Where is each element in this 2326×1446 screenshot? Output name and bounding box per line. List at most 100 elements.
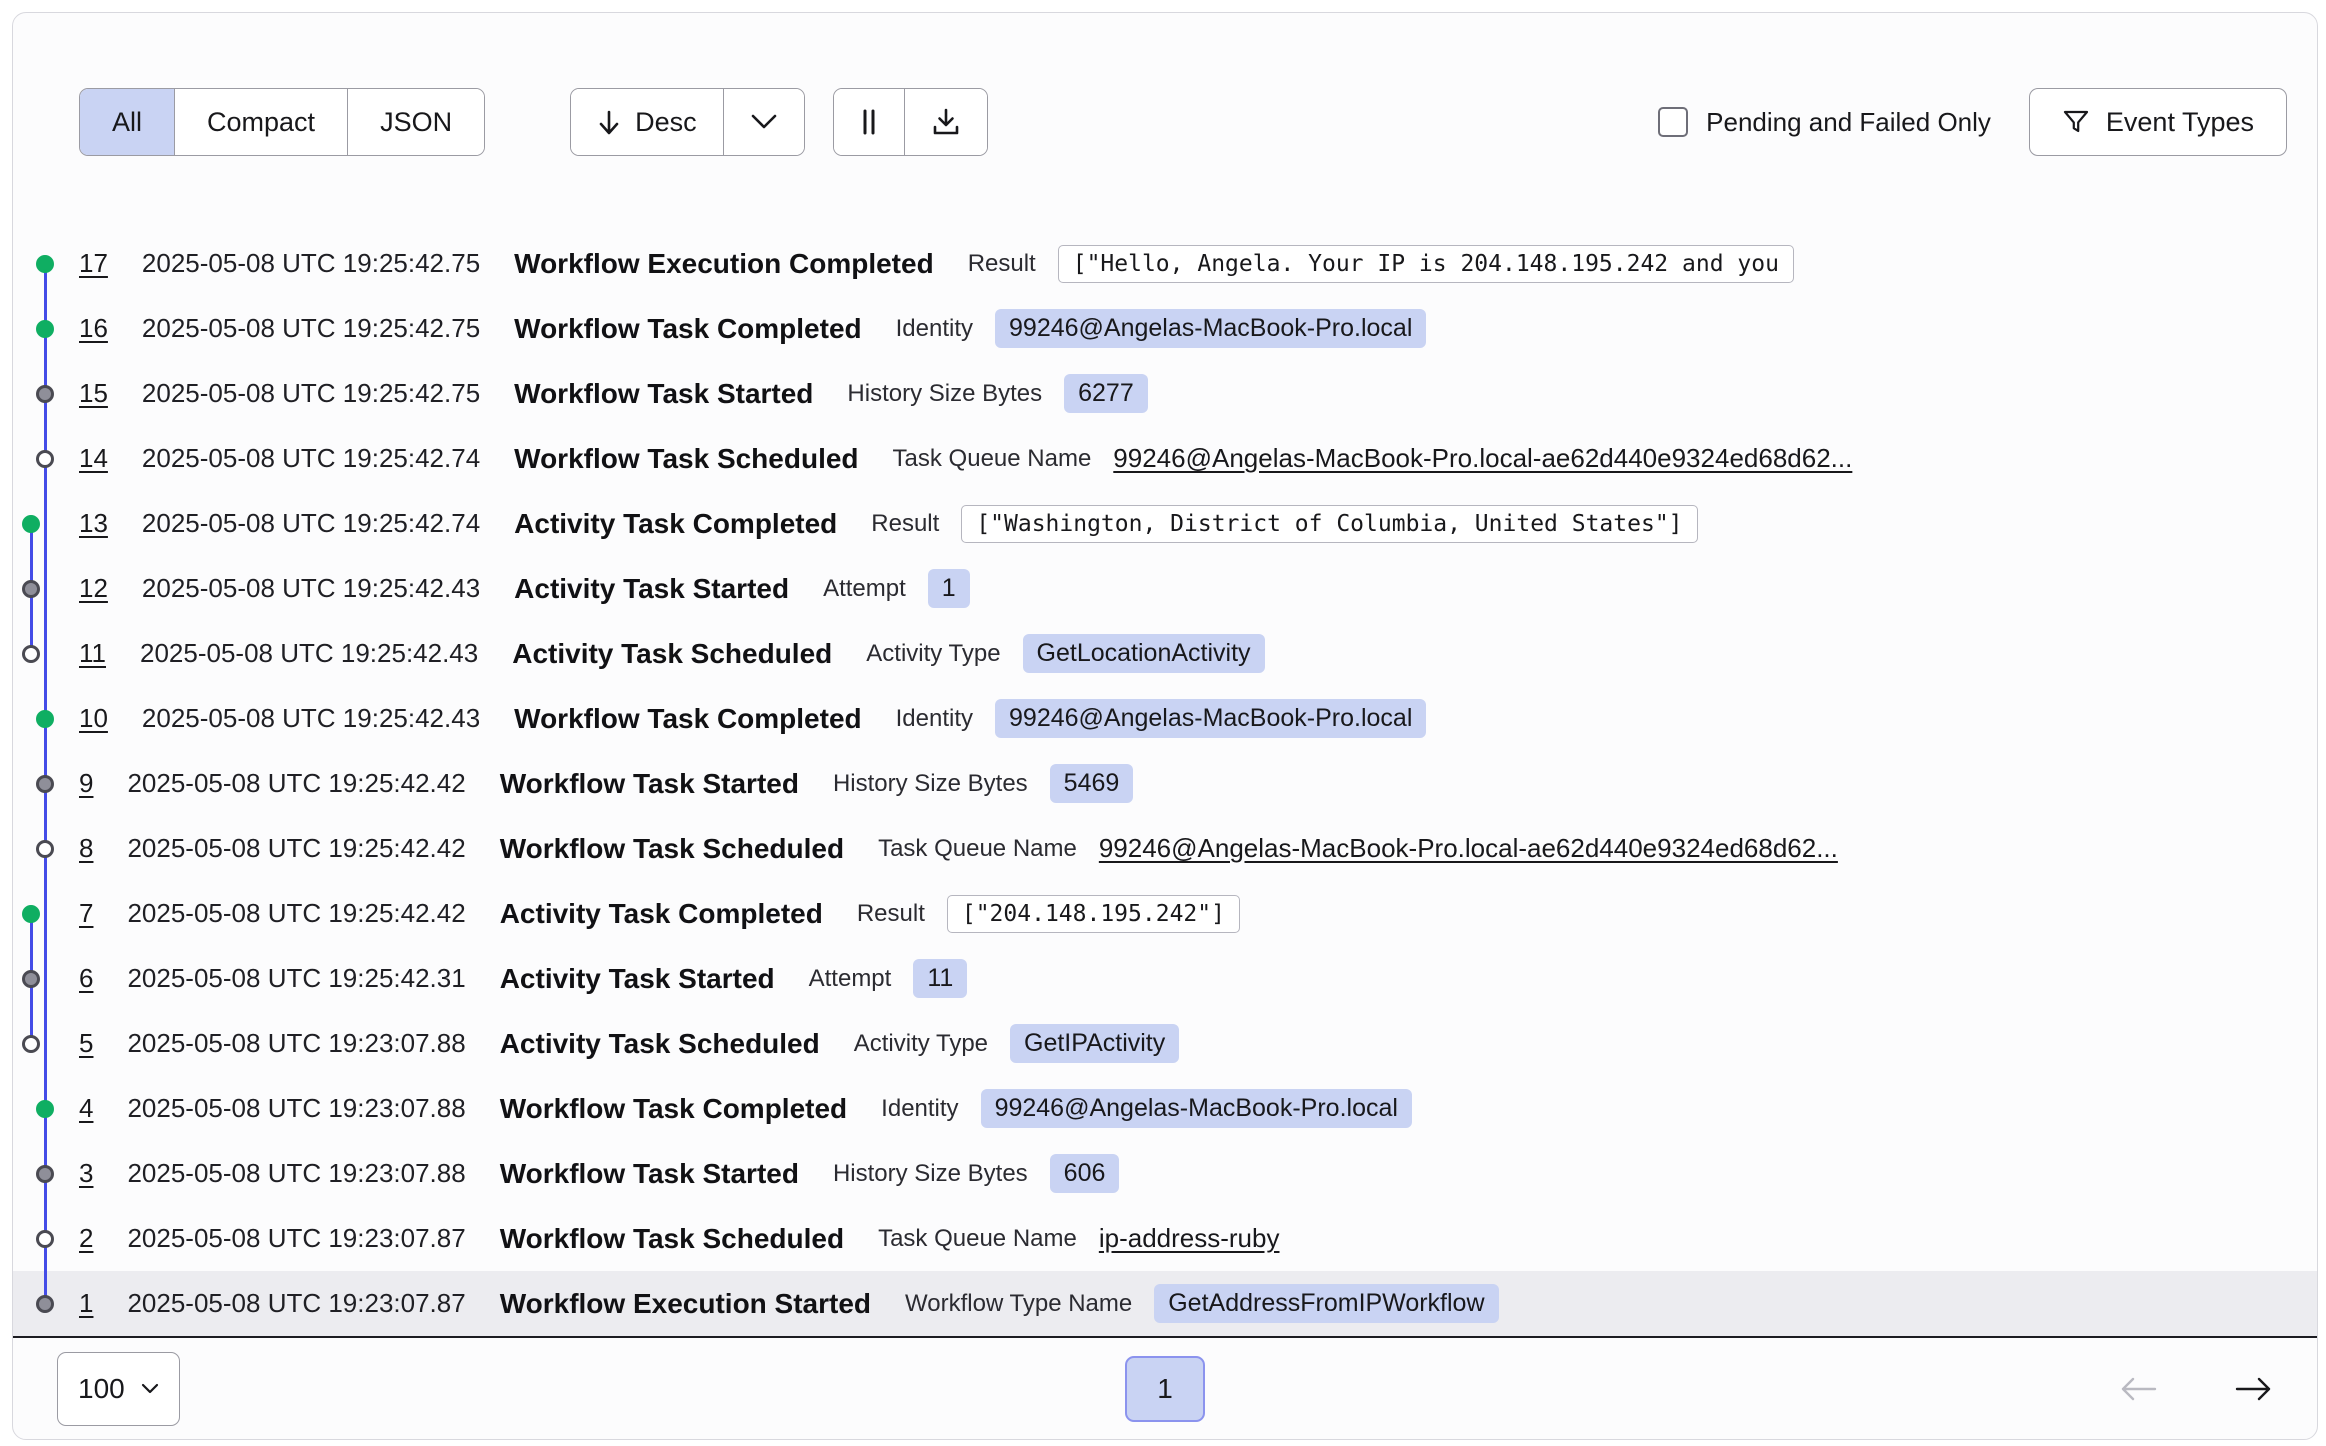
event-row[interactable]: 5 2025-05-08 UTC 19:23:07.88 Activity Ta… [13, 1011, 2317, 1076]
event-row[interactable]: 15 2025-05-08 UTC 19:25:42.75 Workflow T… [13, 361, 2317, 426]
event-status-dot [22, 515, 40, 533]
event-id-link[interactable]: 4 [79, 1093, 93, 1124]
event-timestamp: 2025-05-08 UTC 19:25:42.42 [127, 898, 465, 929]
event-id-link[interactable]: 1 [79, 1288, 93, 1319]
event-attr-label: Task Queue Name [878, 1225, 1077, 1253]
event-row[interactable]: 3 2025-05-08 UTC 19:23:07.88 Workflow Ta… [13, 1141, 2317, 1206]
event-status-dot [36, 1165, 54, 1183]
event-id-link[interactable]: 2 [79, 1223, 93, 1254]
download-icon [931, 107, 961, 137]
event-attr-label: History Size Bytes [833, 770, 1028, 798]
sort-order-dropdown-button[interactable] [723, 89, 804, 155]
event-name: Workflow Task Scheduled [514, 443, 858, 475]
event-id-link[interactable]: 13 [79, 508, 108, 539]
event-id-link[interactable]: 17 [79, 248, 108, 279]
event-status-dot [36, 840, 54, 858]
event-id-link[interactable]: 16 [79, 313, 108, 344]
event-timestamp: 2025-05-08 UTC 19:25:42.74 [142, 508, 480, 539]
event-attr-value: 99246@Angelas-MacBook-Pro.local [995, 699, 1426, 738]
event-id-link[interactable]: 5 [79, 1028, 93, 1059]
next-page-button[interactable] [2235, 1376, 2271, 1402]
event-id-link[interactable]: 7 [79, 898, 93, 929]
event-name: Workflow Task Completed [514, 703, 861, 735]
event-attr-label: Workflow Type Name [905, 1290, 1132, 1318]
event-types-button[interactable]: Event Types [2029, 88, 2287, 156]
task-queue-link[interactable]: 99246@Angelas-MacBook-Pro.local-ae62d440… [1113, 443, 1852, 474]
event-id-link[interactable]: 14 [79, 443, 108, 474]
pagination-bar: 100 1 [13, 1338, 2317, 1439]
event-timestamp: 2025-05-08 UTC 19:25:42.75 [142, 248, 480, 279]
event-row[interactable]: 11 2025-05-08 UTC 19:25:42.43 Activity T… [13, 621, 2317, 686]
page-nav [2121, 1376, 2271, 1402]
sort-order-label: Desc [635, 107, 697, 138]
event-attr-value: GetLocationActivity [1023, 634, 1265, 673]
event-row[interactable]: 13 2025-05-08 UTC 19:25:42.74 Activity T… [13, 491, 2317, 556]
event-attr-label: Activity Type [854, 1030, 988, 1058]
chevron-down-icon [750, 114, 778, 130]
event-name: Activity Task Started [500, 963, 775, 995]
event-id-link[interactable]: 3 [79, 1158, 93, 1189]
event-timestamp: 2025-05-08 UTC 19:25:42.74 [142, 443, 480, 474]
event-name: Workflow Task Scheduled [500, 1223, 844, 1255]
event-timestamp: 2025-05-08 UTC 19:25:42.75 [142, 378, 480, 409]
event-history-panel: AllCompactJSON Desc [12, 12, 2318, 1440]
current-page-button[interactable]: 1 [1125, 1356, 1205, 1422]
event-status-dot [22, 1035, 40, 1053]
event-row[interactable]: 7 2025-05-08 UTC 19:25:42.42 Activity Ta… [13, 881, 2317, 946]
view-tab-json[interactable]: JSON [347, 89, 484, 155]
event-row[interactable]: 10 2025-05-08 UTC 19:25:42.43 Workflow T… [13, 686, 2317, 751]
event-id-link[interactable]: 6 [79, 963, 93, 994]
view-tab-compact[interactable]: Compact [174, 89, 347, 155]
event-attr-value: 5469 [1050, 764, 1134, 803]
event-attr-value: ["Washington, District of Columbia, Unit… [961, 505, 1697, 543]
page-size-select[interactable]: 100 [57, 1352, 180, 1426]
event-name: Workflow Task Started [500, 768, 799, 800]
event-timestamp: 2025-05-08 UTC 19:25:42.43 [140, 638, 478, 669]
event-id-link[interactable]: 9 [79, 768, 93, 799]
event-id-link[interactable]: 10 [79, 703, 108, 734]
event-attr-label: Identity [881, 1095, 958, 1123]
pending-failed-filter[interactable]: Pending and Failed Only [1658, 107, 1991, 138]
event-attr-value: 99246@Angelas-MacBook-Pro.local [995, 309, 1426, 348]
pending-failed-checkbox[interactable] [1658, 107, 1688, 137]
event-row[interactable]: 14 2025-05-08 UTC 19:25:42.74 Workflow T… [13, 426, 2317, 491]
event-attr-label: Activity Type [866, 640, 1000, 668]
event-attr-label: Attempt [823, 575, 906, 603]
event-timestamp: 2025-05-08 UTC 19:25:42.42 [127, 833, 465, 864]
event-timestamp: 2025-05-08 UTC 19:25:42.43 [142, 703, 480, 734]
event-status-dot [22, 905, 40, 923]
task-queue-link[interactable]: 99246@Angelas-MacBook-Pro.local-ae62d440… [1099, 833, 1838, 864]
event-id-link[interactable]: 15 [79, 378, 108, 409]
pause-button[interactable] [834, 89, 904, 155]
event-timestamp: 2025-05-08 UTC 19:23:07.87 [127, 1223, 465, 1254]
event-row[interactable]: 16 2025-05-08 UTC 19:25:42.75 Workflow T… [13, 296, 2317, 361]
event-attr-value: ["Hello, Angela. Your IP is 204.148.195.… [1058, 245, 1794, 283]
event-attr-label: Identity [896, 705, 973, 733]
prev-page-button[interactable] [2121, 1376, 2157, 1402]
event-row[interactable]: 9 2025-05-08 UTC 19:25:42.42 Workflow Ta… [13, 751, 2317, 816]
task-queue-link[interactable]: ip-address-ruby [1099, 1223, 1280, 1254]
event-status-dot [36, 1295, 54, 1313]
event-table: 17 2025-05-08 UTC 19:25:42.75 Workflow E… [13, 231, 2317, 1336]
event-name: Activity Task Completed [500, 898, 823, 930]
view-tab-all[interactable]: All [80, 89, 174, 155]
download-button[interactable] [904, 89, 987, 155]
event-attr-value: GetAddressFromIPWorkflow [1154, 1284, 1498, 1323]
event-id-link[interactable]: 11 [79, 638, 106, 669]
event-row[interactable]: 12 2025-05-08 UTC 19:25:42.43 Activity T… [13, 556, 2317, 621]
event-row[interactable]: 4 2025-05-08 UTC 19:23:07.88 Workflow Ta… [13, 1076, 2317, 1141]
event-row[interactable]: 6 2025-05-08 UTC 19:25:42.31 Activity Ta… [13, 946, 2317, 1011]
event-timestamp: 2025-05-08 UTC 19:23:07.88 [127, 1093, 465, 1124]
event-timestamp: 2025-05-08 UTC 19:23:07.88 [127, 1158, 465, 1189]
sort-order-button[interactable]: Desc [571, 89, 723, 155]
event-id-link[interactable]: 8 [79, 833, 93, 864]
event-row[interactable]: 2 2025-05-08 UTC 19:23:07.87 Workflow Ta… [13, 1206, 2317, 1271]
event-row[interactable]: 1 2025-05-08 UTC 19:23:07.87 Workflow Ex… [13, 1271, 2317, 1336]
event-attr-label: History Size Bytes [833, 1160, 1028, 1188]
event-attr-label: History Size Bytes [847, 380, 1042, 408]
sort-control: Desc [570, 88, 805, 156]
event-row[interactable]: 8 2025-05-08 UTC 19:25:42.42 Workflow Ta… [13, 816, 2317, 881]
event-id-link[interactable]: 12 [79, 573, 108, 604]
event-row[interactable]: 17 2025-05-08 UTC 19:25:42.75 Workflow E… [13, 231, 2317, 296]
event-status-dot [36, 710, 54, 728]
